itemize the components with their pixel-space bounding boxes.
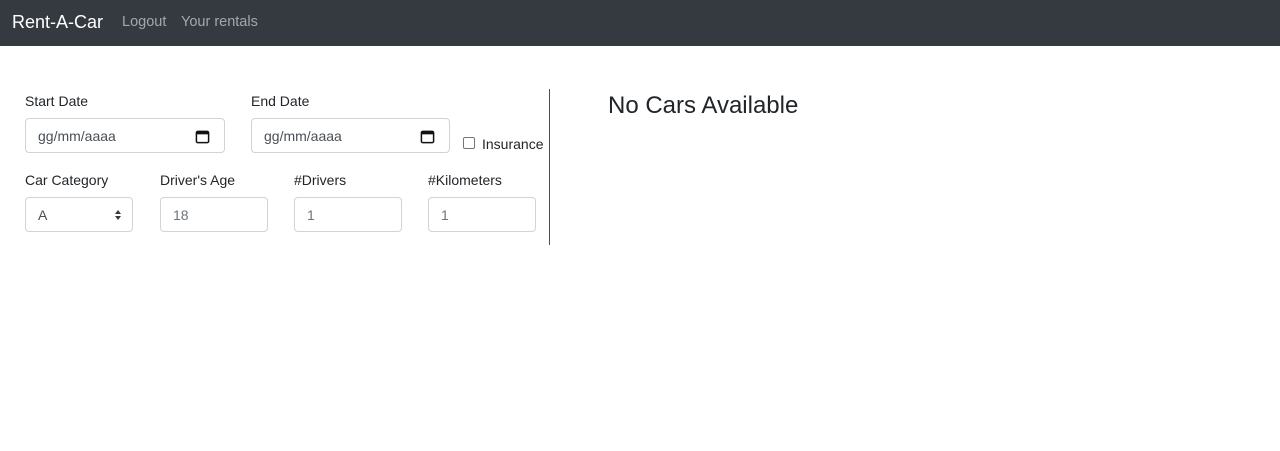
end-date-input[interactable]: gg/mm/aaaa [251,118,450,153]
drivers-placeholder: 1 [307,206,315,223]
drivers-age-placeholder: 18 [173,206,189,223]
navbar: Rent-A-Car Logout Your rentals [0,0,1280,46]
insurance-checkbox[interactable] [463,137,475,149]
car-category-select[interactable]: A [25,197,133,232]
kilometers-label: #Kilometers [428,172,502,188]
car-category-label: Car Category [25,172,109,188]
select-arrows-icon [115,210,121,220]
calendar-icon[interactable] [420,129,435,144]
end-date-label: End Date [251,93,310,109]
drivers-label: #Drivers [294,172,347,188]
start-date-label: Start Date [25,93,89,109]
drivers-age-label: Driver's Age [160,172,236,188]
brand-link[interactable]: Rent-A-Car [12,11,103,33]
kilometers-placeholder: 1 [441,206,449,223]
drivers-age-input[interactable]: 18 [160,197,268,232]
insurance-label[interactable]: Insurance [482,135,543,153]
start-date-placeholder: gg/mm/aaaa [38,127,116,144]
your-rentals-link[interactable]: Your rentals [181,13,258,31]
kilometers-input[interactable]: 1 [428,197,536,232]
vertical-divider [549,89,550,245]
logout-link[interactable]: Logout [122,13,166,31]
end-date-placeholder: gg/mm/aaaa [264,127,342,144]
calendar-icon[interactable] [195,129,210,144]
start-date-input[interactable]: gg/mm/aaaa [25,118,225,153]
results-heading: No Cars Available [608,92,799,119]
car-category-value: A [38,206,48,223]
drivers-input[interactable]: 1 [294,197,402,232]
